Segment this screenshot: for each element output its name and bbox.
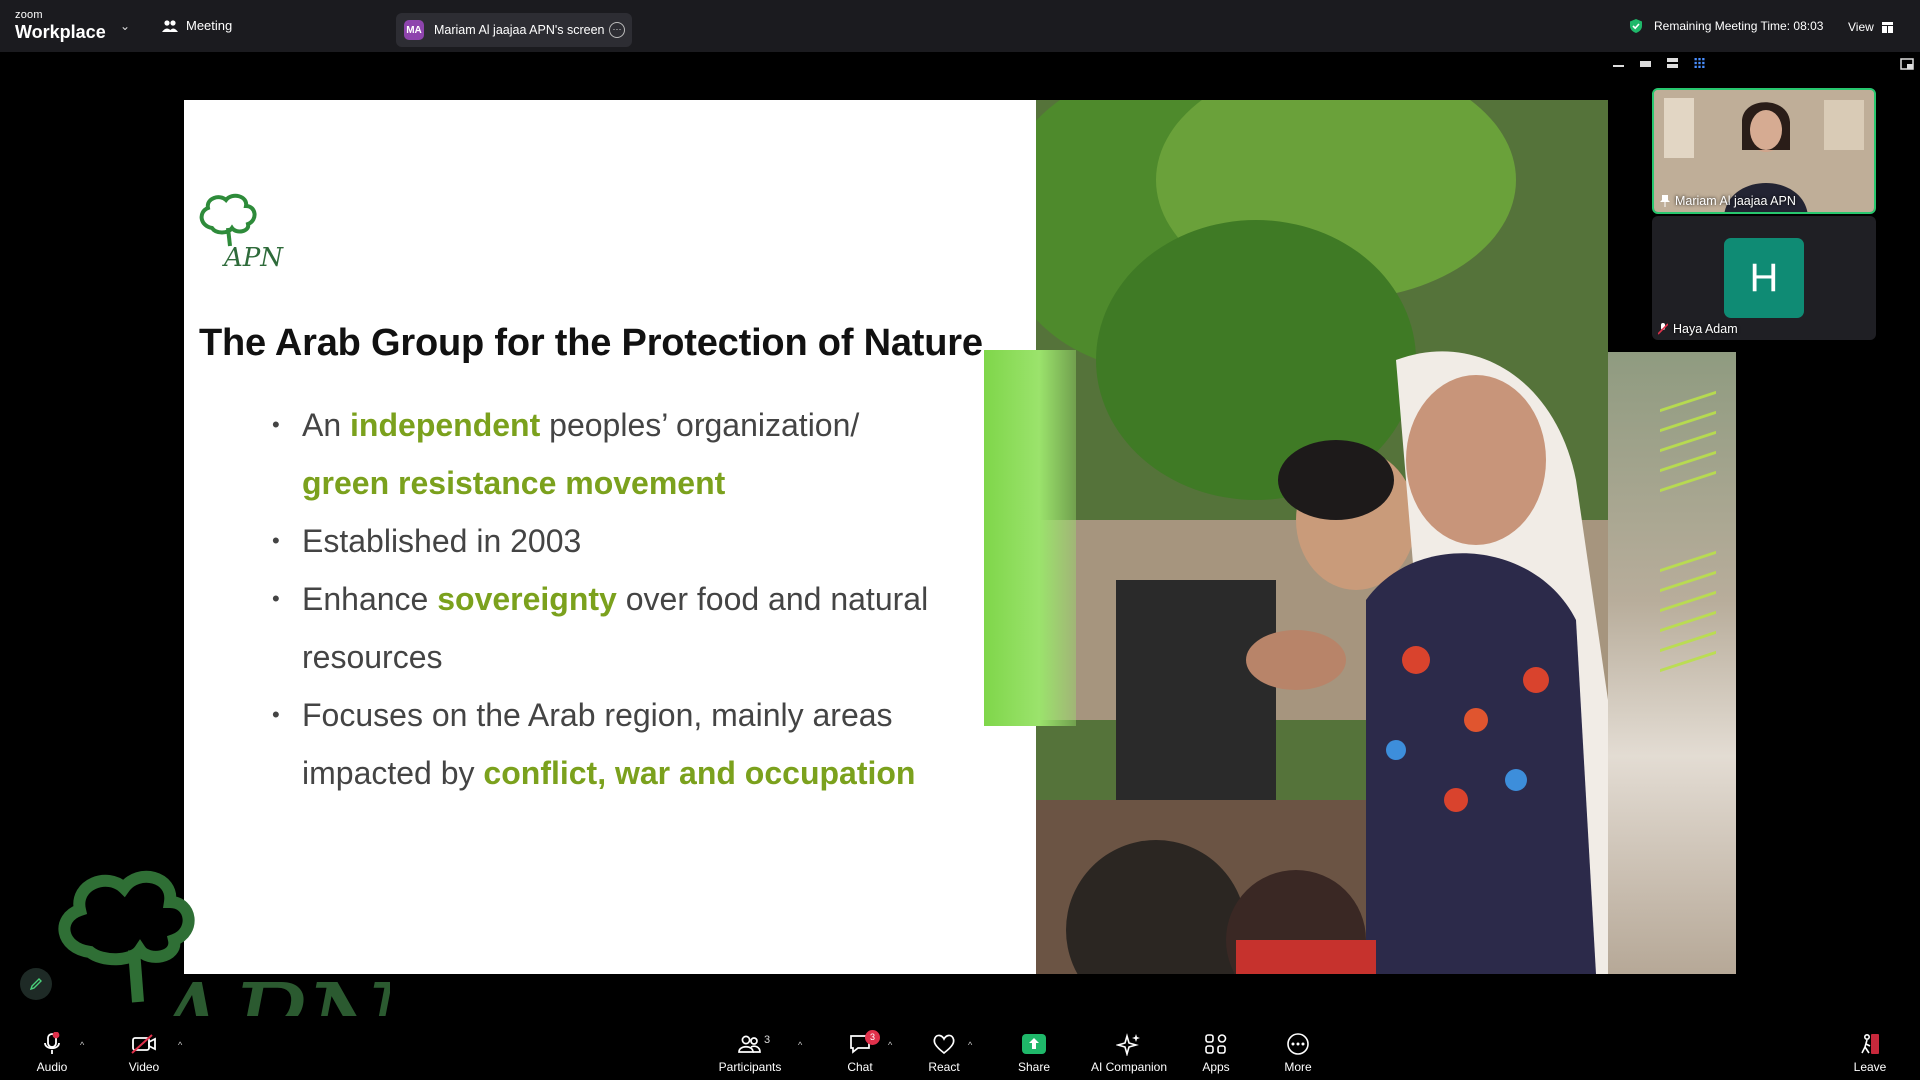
grid-view-icon (1881, 21, 1893, 33)
view-label: View (1848, 20, 1874, 34)
participant-tile-haya[interactable]: H Haya Adam (1652, 216, 1876, 340)
heart-icon (933, 1034, 955, 1055)
meeting-toolbar: Audio ^ Video ^ 3 Participants ^ 3 Chat … (0, 1016, 1920, 1080)
bullet-text: Enhance (302, 581, 438, 617)
participant-label: Mariam Al jaajaa APN (1660, 194, 1796, 208)
bullet-item: Focuses on the Arab region, mainly areas… (272, 686, 1012, 802)
remaining-time-text: Remaining Meeting Time: 08:03 (1654, 19, 1824, 33)
sparkle-icon (1116, 1033, 1140, 1056)
bullet-text: An (302, 407, 351, 443)
more-options-icon[interactable]: ··· (609, 22, 625, 38)
people-icon (738, 1035, 761, 1053)
bullet-item: Enhance sovereignty over food and natura… (272, 570, 1012, 686)
logo-text: APN (222, 243, 284, 270)
share-arrow-icon (1022, 1034, 1046, 1054)
shared-slide: APN The Arab Group for the Protection of… (184, 100, 1036, 974)
bullet-highlight: conflict, war and occupation (483, 755, 916, 791)
ellipsis-icon (1287, 1033, 1309, 1055)
single-layout-icon[interactable] (1639, 58, 1652, 68)
popout-icon[interactable] (1900, 58, 1914, 70)
annotate-button[interactable] (20, 968, 52, 1000)
meeting-label: Meeting (186, 18, 233, 33)
bullet-highlight: independent (350, 407, 541, 443)
participant-tile-mariam[interactable]: Mariam Al jaajaa APN (1652, 88, 1876, 214)
minimize-icon[interactable] (1612, 58, 1625, 68)
photo-illustration (1036, 100, 1608, 974)
leave-label: Leave (1853, 1060, 1887, 1074)
avatar: H (1724, 238, 1804, 318)
bullet-item: An independent peoples’ organization/ gr… (272, 396, 1012, 512)
react-button[interactable]: React (904, 1032, 984, 1074)
bullet-highlight: green resistance movement (302, 465, 726, 501)
share-label: Share (1017, 1060, 1051, 1074)
slide-accent-bar (984, 350, 1076, 726)
video-layout-controls (1612, 58, 1706, 68)
apps-label: Apps (1202, 1060, 1230, 1074)
chat-badge: 3 (865, 1030, 880, 1045)
mic-muted-icon (44, 1032, 60, 1054)
bullet-highlight: sovereignty (437, 581, 617, 617)
mic-muted-icon (1658, 323, 1668, 335)
zoom-logo[interactable]: zoom Workplace (15, 9, 106, 42)
apps-button[interactable]: Apps (1176, 1032, 1256, 1074)
view-button[interactable]: View (1848, 20, 1893, 34)
more-button[interactable]: More (1258, 1032, 1338, 1074)
react-label: React (928, 1060, 960, 1074)
stacked-layout-icon[interactable] (1666, 58, 1679, 68)
screen-share-indicator[interactable]: MA Mariam Al jaajaa APN's screen ··· (396, 13, 632, 47)
sharer-avatar: MA (404, 20, 424, 40)
chevron-down-icon[interactable]: ⌄ (120, 19, 130, 33)
chat-button[interactable]: 3 Chat (820, 1030, 900, 1074)
participants-count: 3 (764, 1034, 771, 1046)
apn-logo: APN (199, 193, 284, 270)
audio-label: Audio (36, 1060, 68, 1074)
video-button[interactable]: Video (104, 1032, 184, 1074)
chat-label: Chat (847, 1060, 873, 1074)
meeting-icon (162, 19, 178, 32)
top-bar: zoom Workplace ⌄ Meeting MA Mariam Al ja… (0, 0, 1920, 52)
grid-layout-icon[interactable] (1693, 58, 1706, 68)
pin-icon (1660, 195, 1670, 207)
participants-label: Participants (718, 1060, 782, 1074)
participant-name: Haya Adam (1673, 322, 1738, 336)
ai-companion-label: AI Companion (1090, 1060, 1168, 1074)
video-label: Video (128, 1060, 160, 1074)
participant-label: Haya Adam (1658, 322, 1738, 336)
chat-options-caret[interactable]: ^ (888, 1040, 892, 1050)
bullet-text: Established in 2003 (302, 523, 582, 559)
video-off-icon (131, 1034, 156, 1054)
slide-title: The Arab Group for the Protection of Nat… (199, 322, 983, 364)
leave-icon (1861, 1033, 1879, 1054)
slide-photo (1036, 100, 1608, 974)
pencil-icon (29, 978, 42, 991)
apps-icon (1205, 1034, 1227, 1054)
slide-bullets: An independent peoples’ organization/ gr… (272, 396, 1012, 802)
bullet-item: Established in 2003 (272, 512, 1012, 570)
more-label: More (1284, 1060, 1312, 1074)
ai-companion-button[interactable]: AI Companion (1082, 1032, 1176, 1074)
sharer-text: Mariam Al jaajaa APN's screen (434, 23, 605, 37)
leave-button[interactable]: Leave (1830, 1032, 1910, 1074)
meeting-menu[interactable]: Meeting (162, 18, 232, 33)
participant-name: Mariam Al jaajaa APN (1675, 194, 1796, 208)
react-options-caret[interactable]: ^ (968, 1040, 972, 1050)
shield-check-icon (1630, 19, 1642, 33)
audio-options-caret[interactable]: ^ (80, 1040, 84, 1050)
video-options-caret[interactable]: ^ (178, 1040, 182, 1050)
participants-options-caret[interactable]: ^ (798, 1040, 802, 1050)
share-button[interactable]: Share (994, 1032, 1074, 1074)
remaining-time: Remaining Meeting Time: 08:03 (1628, 18, 1823, 34)
brand-small-text: zoom (15, 9, 43, 21)
participants-button[interactable]: 3 Participants (710, 1032, 790, 1074)
bullet-text: peoples’ organization/ (540, 407, 860, 443)
brand-big-text: Workplace (15, 22, 106, 42)
audio-button[interactable]: Audio (12, 1032, 92, 1074)
